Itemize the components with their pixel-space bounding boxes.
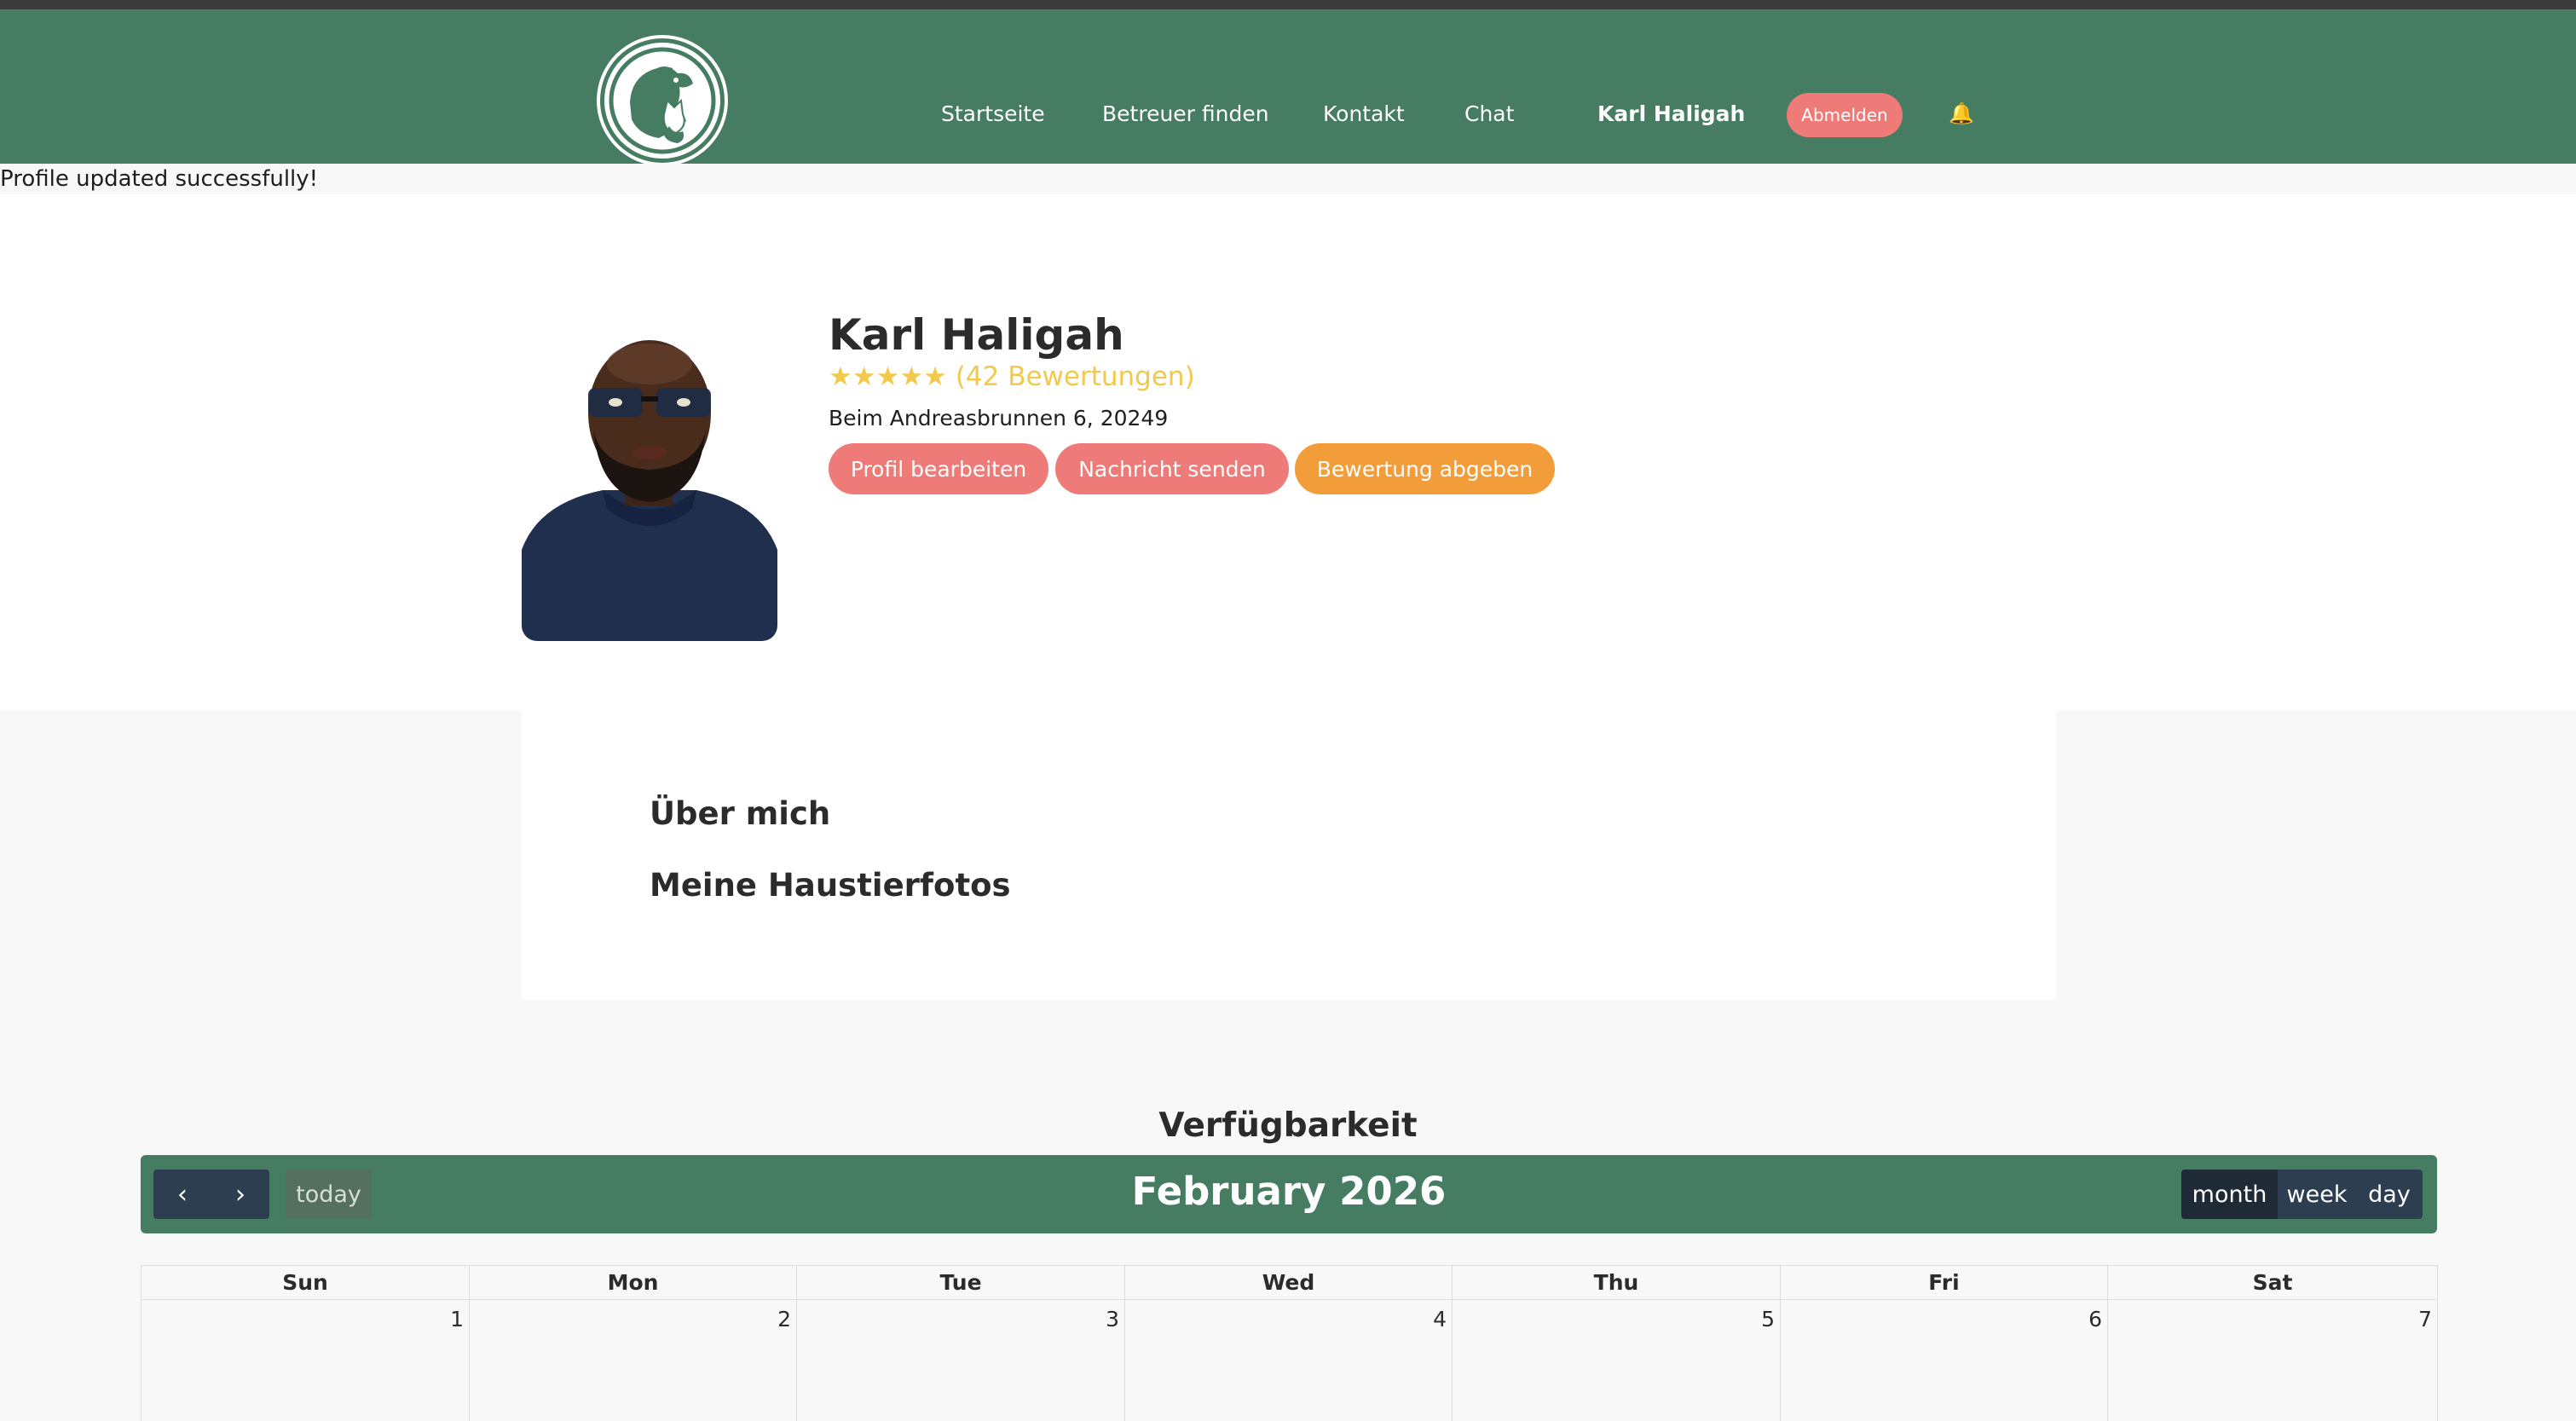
weekday-header-sun: Sun [142, 1266, 470, 1300]
navbar: Startseite Betreuer finden Kontakt Chat … [0, 9, 2576, 164]
dog-cat-logo-icon [609, 47, 716, 154]
profile-name: Karl Haligah [829, 309, 1124, 360]
avatar [522, 320, 777, 641]
day-number: 1 [450, 1307, 464, 1331]
calendar-toolbar: ‹ › today February 2026 month week day [141, 1155, 2437, 1233]
profile-address: Beim Andreasbrunnen 6, 20249 [829, 406, 1169, 430]
nav-link-betreuer-finden[interactable]: Betreuer finden [1102, 101, 1269, 126]
nav-link-kontakt[interactable]: Kontakt [1323, 101, 1405, 126]
bell-icon[interactable]: 🔔 [1949, 101, 1974, 125]
logo[interactable] [600, 38, 725, 163]
browser-top-strip [0, 0, 2576, 9]
weekday-header-fri: Fri [1781, 1266, 2108, 1300]
day-number: 6 [2088, 1307, 2102, 1331]
about-heading: Über mich [650, 795, 831, 832]
nav-user-name[interactable]: Karl Haligah [1597, 101, 1745, 126]
view-month-button[interactable]: month [2181, 1170, 2278, 1219]
calendar-day-cell[interactable]: 6 [1781, 1300, 2108, 1421]
weekday-header-sat: Sat [2108, 1266, 2438, 1300]
calendar-day-cell[interactable]: 4 [1125, 1300, 1453, 1421]
send-message-button[interactable]: Nachricht senden [1055, 443, 1289, 494]
calendar-day-cell[interactable]: 5 [1453, 1300, 1781, 1421]
calendar-day-cell[interactable]: 7 [2108, 1300, 2438, 1421]
day-number: 4 [1433, 1307, 1447, 1331]
availability-title: Verfügbarkeit [1158, 1106, 1418, 1146]
flash-message-bar: Profile updated successfully! [0, 164, 2576, 194]
day-number: 5 [1761, 1307, 1775, 1331]
about-card: Über mich Meine Haustierfotos [522, 710, 2056, 1000]
profile-section [0, 194, 2576, 710]
weekday-header-tue: Tue [797, 1266, 1125, 1300]
day-number: 3 [1106, 1307, 1119, 1331]
edit-profile-button[interactable]: Profil bearbeiten [829, 443, 1048, 494]
weekday-header-mon: Mon [470, 1266, 797, 1300]
nav-link-chat[interactable]: Chat [1464, 101, 1514, 126]
nav-link-startseite[interactable]: Startseite [941, 101, 1045, 126]
rating: ★★★★★ (42 Bewertungen) [829, 361, 1195, 392]
day-number: 2 [777, 1307, 791, 1331]
weekday-header-thu: Thu [1453, 1266, 1781, 1300]
review-count: (42 Bewertungen) [955, 361, 1195, 392]
day-number: 7 [2418, 1307, 2432, 1331]
calendar-title: February 2026 [1131, 1169, 1447, 1214]
profile-photo [522, 320, 777, 641]
pet-photos-heading: Meine Haustierfotos [650, 867, 1011, 904]
calendar-day-cell[interactable]: 3 [797, 1300, 1125, 1421]
star-rating-icon: ★★★★★ [829, 361, 947, 392]
calendar-day-cell[interactable]: 2 [470, 1300, 797, 1421]
calendar-month-grid: Sun Mon Tue Wed Thu Fri Sat 1 2 3 4 5 6 … [141, 1265, 2438, 1421]
calendar-day-cell[interactable]: 1 [142, 1300, 470, 1421]
view-week-button[interactable]: week [2278, 1170, 2356, 1219]
submit-review-button[interactable]: Bewertung abgeben [1295, 443, 1555, 494]
weekday-header-wed: Wed [1125, 1266, 1453, 1300]
flash-message: Profile updated successfully! [0, 166, 319, 192]
logout-button[interactable]: Abmelden [1787, 93, 1903, 137]
view-day-button[interactable]: day [2356, 1170, 2423, 1219]
